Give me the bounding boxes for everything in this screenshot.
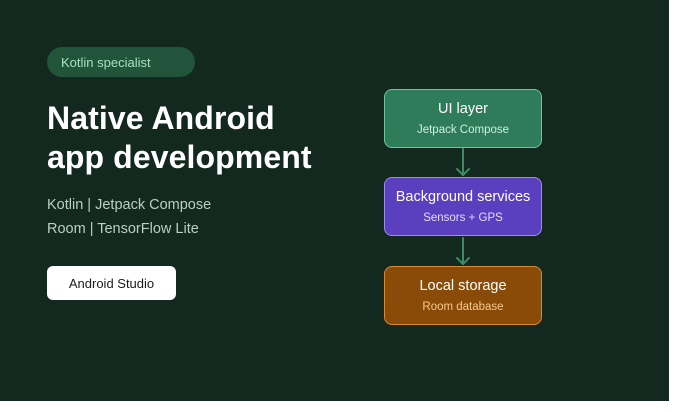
local-storage-box: Local storage Room database	[384, 266, 542, 325]
ui-layer-subtitle: Jetpack Compose	[416, 123, 510, 136]
background-services-box: Background services Sensors + GPS	[384, 177, 542, 236]
connector-ui-to-services	[456, 148, 470, 176]
slide: Kotlin specialist Native Android app dev…	[0, 0, 669, 401]
background-services-subtitle: Sensors + GPS	[423, 211, 503, 224]
connector-services-to-storage	[456, 237, 470, 265]
local-storage-title: Local storage	[419, 277, 507, 294]
background-services-title: Background services	[395, 188, 531, 205]
architecture-diagram	[456, 148, 470, 265]
ui-layer-title: UI layer	[438, 100, 488, 117]
local-storage-subtitle: Room database	[422, 300, 504, 313]
ui-layer-box: UI layer Jetpack Compose	[384, 89, 542, 148]
